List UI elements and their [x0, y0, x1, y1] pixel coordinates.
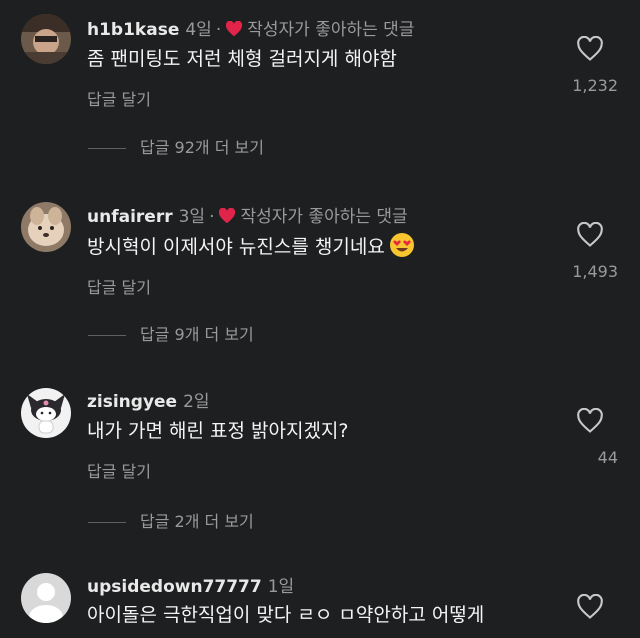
heart-outline-icon[interactable]: [576, 594, 604, 620]
reply-button[interactable]: 답글 달기: [87, 274, 151, 298]
view-more-replies-label: 답글 92개 더 보기: [140, 138, 264, 157]
heart-outline-icon[interactable]: [576, 408, 604, 434]
username[interactable]: unfairerr: [87, 207, 173, 227]
comment-meta: h1b1kase 4일 · 작성자가 좋아하는 댓글: [87, 15, 414, 40]
separator-dot: ·: [215, 20, 222, 40]
avatar[interactable]: [21, 573, 71, 623]
timestamp: 3일: [178, 207, 206, 227]
username[interactable]: upsidedown77777: [87, 577, 262, 597]
divider-line: [88, 148, 126, 149]
view-more-replies-label: 답글 9개 더 보기: [140, 325, 254, 344]
like-count: 44: [597, 448, 618, 467]
comment-meta: unfairerr 3일 · 작성자가 좋아하는 댓글: [87, 202, 408, 227]
divider-line: [88, 335, 126, 336]
liked-by-creator-heart-icon: [226, 21, 243, 37]
comment-meta: upsidedown77777 1일: [87, 572, 294, 597]
like-section: [538, 594, 618, 620]
avatar[interactable]: [21, 202, 71, 252]
username[interactable]: zisingyee: [87, 392, 177, 412]
like-section: 44: [538, 408, 618, 467]
like-count: 1,493: [572, 262, 618, 281]
liked-by-creator-label: 작성자가 좋아하는 댓글: [240, 207, 408, 227]
like-count: 1,232: [572, 76, 618, 95]
view-more-replies-button[interactable]: 답글 92개 더 보기: [88, 134, 264, 158]
liked-by-creator-label: 작성자가 좋아하는 댓글: [247, 20, 415, 40]
heart-outline-icon[interactable]: [576, 36, 604, 62]
view-more-replies-button[interactable]: 답글 2개 더 보기: [88, 508, 254, 532]
timestamp: 1일: [267, 577, 295, 597]
username[interactable]: h1b1kase: [87, 20, 179, 40]
liked-by-creator-heart-icon: [219, 208, 236, 224]
heart-eyes-emoji-icon: [389, 233, 414, 257]
comment-text: 내가 가면 해린 표정 밝아지겠지?: [87, 420, 349, 442]
avatar[interactable]: [21, 388, 71, 438]
like-section: 1,493: [538, 222, 618, 281]
comment-text-content: 방시혁이 이제서야 뉴진스를 챙기네요: [87, 236, 385, 258]
heart-outline-icon[interactable]: [576, 222, 604, 248]
divider-line: [88, 522, 126, 523]
like-section: 1,232: [538, 36, 618, 95]
view-more-replies-label: 답글 2개 더 보기: [140, 512, 254, 531]
avatar[interactable]: [21, 14, 71, 64]
view-more-replies-button[interactable]: 답글 9개 더 보기: [88, 321, 254, 345]
comment-text: 좀 팬미팅도 저런 체형 걸러지게 해야함: [87, 48, 397, 70]
comment-meta: zisingyee 2일: [87, 387, 210, 412]
timestamp: 2일: [183, 392, 210, 412]
comment-text: 아이돌은 극한직업이 맞다 ㄹㅇ ㅁ약안하고 어떻게: [87, 604, 485, 626]
reply-button[interactable]: 답글 달기: [87, 458, 151, 482]
reply-button[interactable]: 답글 달기: [87, 86, 151, 110]
comment-text: 방시혁이 이제서야 뉴진스를 챙기네요: [87, 232, 415, 259]
separator-dot: ·: [209, 207, 215, 227]
timestamp: 4일: [185, 20, 212, 40]
